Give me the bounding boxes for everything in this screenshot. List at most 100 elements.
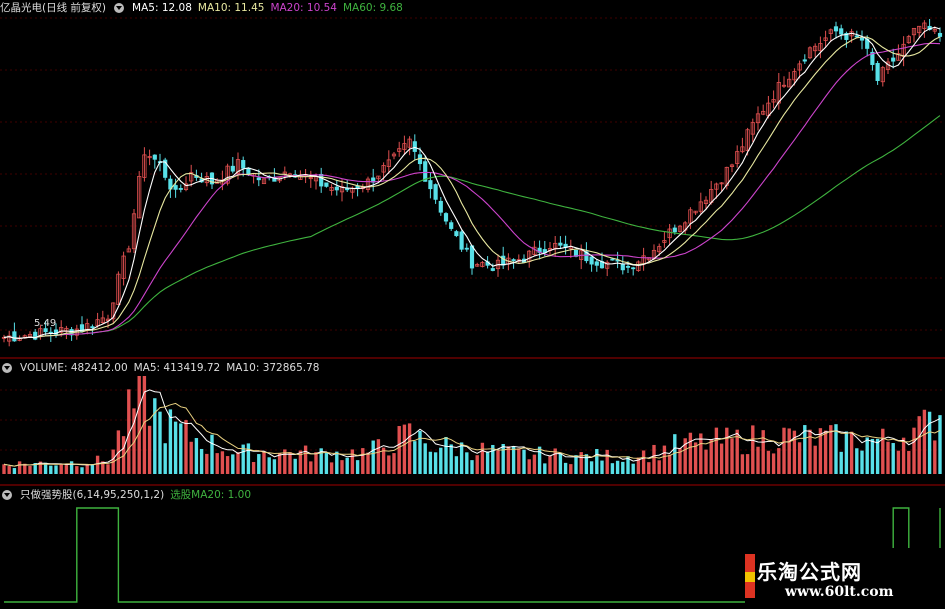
volume-bar (49, 465, 53, 474)
volume-bar (532, 454, 537, 474)
volume-bar (225, 456, 230, 474)
candle-body (334, 186, 339, 191)
volume-bar (277, 452, 282, 474)
volume-bar (433, 452, 438, 474)
volume-bar (205, 453, 209, 474)
candle-body (12, 331, 17, 342)
candle-body (443, 213, 449, 222)
watermark-site: 乐淘公式网 (757, 560, 862, 584)
volume-bar (423, 443, 427, 474)
volume-bar (569, 464, 573, 474)
volume-bar (782, 427, 786, 474)
volume-bar (189, 441, 193, 474)
volume-bar (158, 411, 162, 474)
volume-bar (657, 460, 661, 474)
volume-bar (647, 462, 651, 474)
volume-bar (350, 449, 355, 474)
candle-body (610, 258, 615, 261)
volume-bar (745, 454, 750, 474)
volume-bar (361, 448, 365, 474)
volume-bar (839, 451, 843, 474)
volume-bar (231, 454, 235, 474)
ma20-line (3, 42, 941, 339)
volume-bar (54, 465, 58, 474)
volume-bar (220, 451, 225, 474)
candle-body (178, 188, 183, 190)
volume-bar (262, 451, 266, 474)
candle-body (859, 37, 865, 41)
candle-body (501, 255, 506, 266)
volume-bar (439, 447, 443, 474)
volume-bar (595, 449, 599, 474)
volume-bar (823, 430, 828, 474)
volume-bar (610, 463, 615, 474)
volume-bar (413, 441, 417, 474)
watermark-url: www.60lt.com (785, 584, 894, 600)
volume-bar (730, 438, 734, 474)
volume-bar (751, 425, 755, 474)
candle-body (433, 184, 438, 200)
volume-bar (309, 461, 313, 474)
volume-bar (454, 456, 459, 474)
volume-bar (80, 467, 84, 474)
volume-bar (860, 450, 864, 474)
volume-bar (927, 411, 932, 474)
volume-bar (855, 448, 859, 474)
volume-bar (849, 431, 854, 474)
volume-bar (465, 452, 469, 474)
volume-bar (511, 446, 516, 474)
volume-bar (210, 434, 214, 474)
volume-bar (933, 440, 937, 474)
volume-bar (470, 460, 474, 474)
volume-bar (844, 431, 849, 474)
candle-body (672, 227, 677, 233)
ma10-line (3, 36, 941, 339)
volume-bar (501, 443, 505, 474)
volume-bar (527, 459, 531, 474)
volume-bar (179, 423, 183, 474)
candle-body (230, 165, 235, 172)
candle-body (438, 200, 443, 213)
candle-body (464, 247, 469, 250)
volume-bar (329, 462, 334, 474)
volume-bar (522, 449, 526, 474)
volume-bar (17, 461, 22, 474)
candle-body (589, 256, 594, 265)
volume-bar (615, 460, 620, 474)
volume-bar (267, 457, 271, 474)
volume-bar (543, 463, 547, 474)
volume-bar (548, 456, 552, 474)
volume-bar (725, 427, 729, 474)
indicator-panel-header: 只做强势股(6,14,95,250,1,2) 选股MA20: 1.00 (0, 487, 251, 503)
volume-bar (371, 440, 375, 474)
volume-bar (85, 464, 89, 474)
volume-menu-icon[interactable] (2, 363, 12, 373)
volume-bar (90, 464, 95, 474)
volume-bar (153, 398, 157, 474)
candle-body (469, 245, 475, 269)
indicator-menu-icon[interactable] (2, 490, 12, 500)
volume-bar (355, 460, 360, 474)
volume-bar (756, 446, 760, 474)
volume-ma5-label: MA5: 413419.72 (133, 362, 221, 374)
volume-bar (64, 465, 69, 474)
candle-body (631, 267, 636, 270)
volume-bar (402, 424, 407, 474)
candle-body (490, 268, 495, 271)
volume-value-label: VOLUME: 482412.00 (20, 362, 128, 374)
volume-bar (324, 452, 329, 474)
volume-bar (912, 427, 916, 474)
volume-bar (251, 461, 256, 474)
volume-bar (246, 443, 251, 474)
volume-bar (75, 466, 79, 474)
volume-bar (137, 376, 141, 474)
volume-bar (418, 430, 422, 474)
candle-body (802, 59, 807, 62)
volume-bar (12, 468, 17, 474)
volume-bar (272, 459, 277, 474)
panel-menu-icon[interactable] (114, 3, 125, 13)
candle-body (854, 35, 859, 38)
volume-bar (428, 451, 433, 474)
volume-bar (813, 445, 817, 474)
indicator-value: 选股MA20: 1.00 (170, 489, 252, 501)
